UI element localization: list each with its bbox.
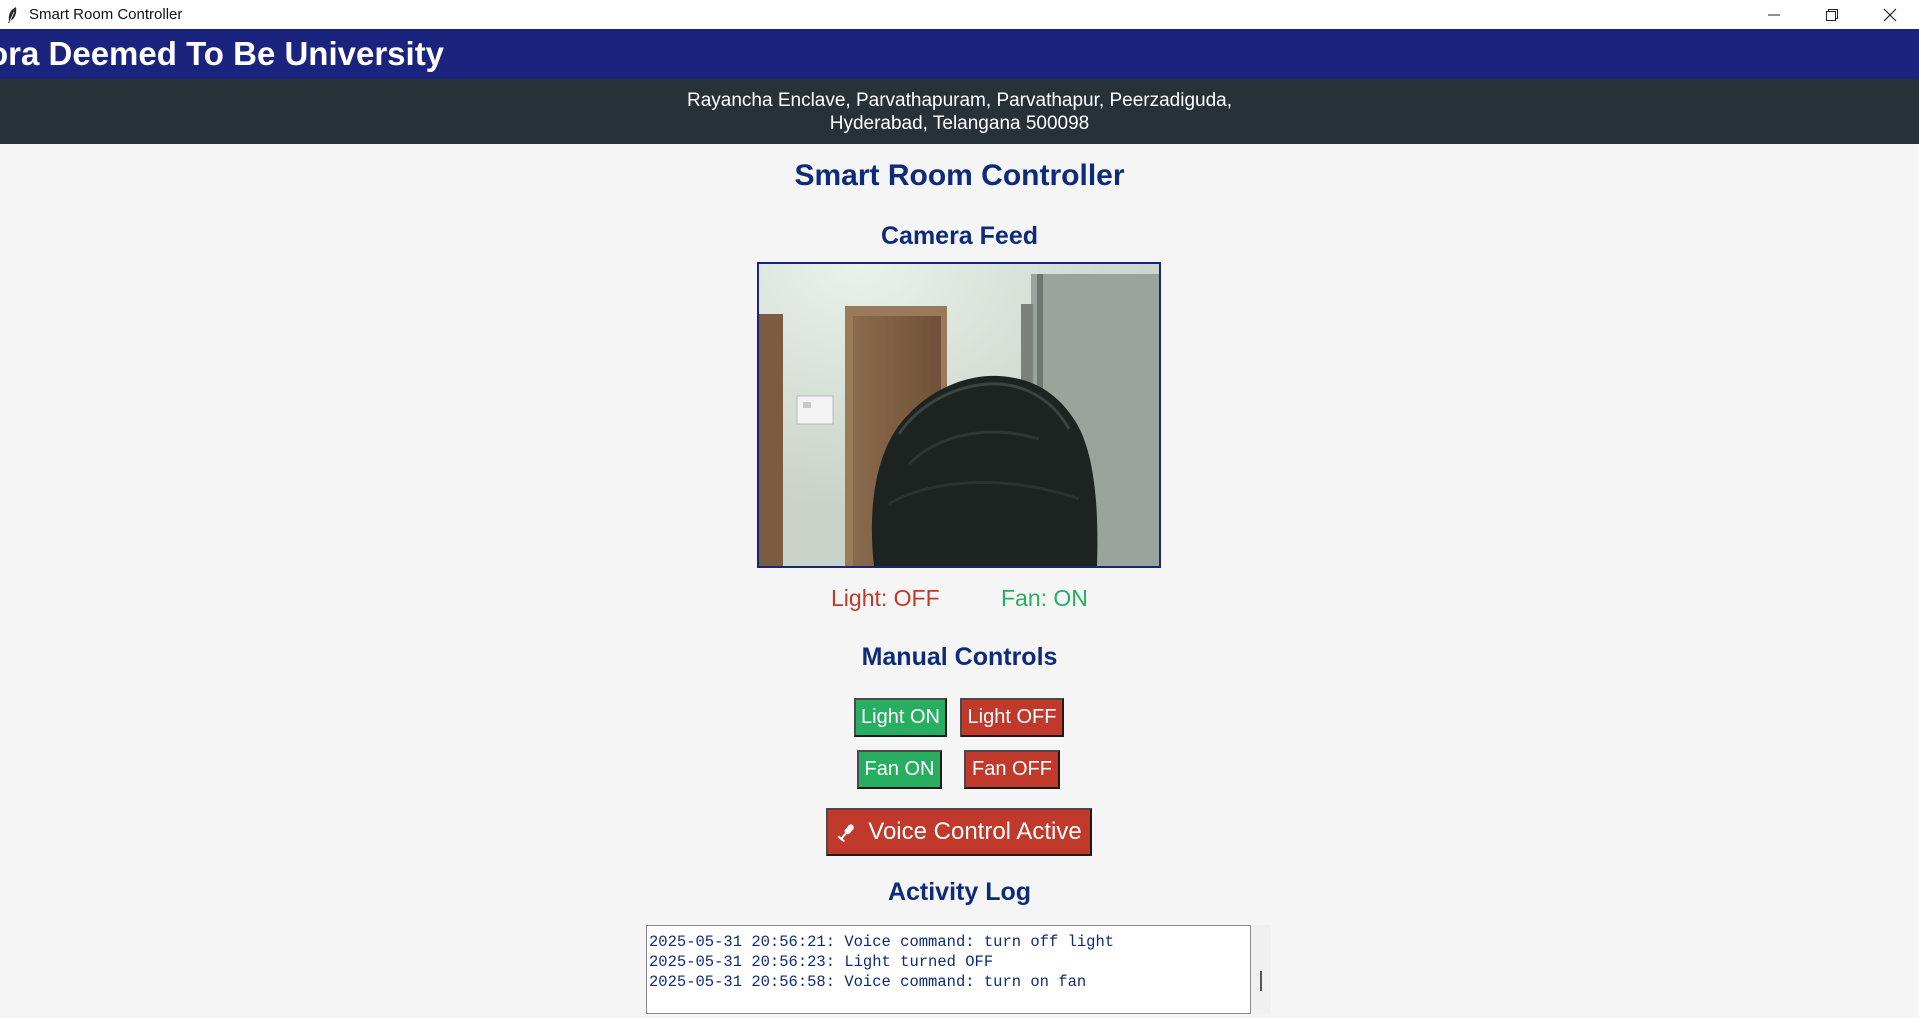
fan-status: Fan: ON: [1001, 585, 1088, 611]
restore-button[interactable]: [1803, 0, 1861, 29]
page-title: Smart Room Controller: [794, 159, 1125, 192]
activity-log-scrollbar[interactable]: [1251, 925, 1271, 1014]
window-title: Smart Room Controller: [29, 6, 183, 23]
activity-log-title: Activity Log: [887, 878, 1032, 906]
log-entry: 2025-05-31 20:56:23: Light turned OFF: [649, 953, 994, 971]
log-entry: 2025-05-31 20:56:58: Voice command: turn…: [649, 973, 1087, 991]
camera-feed-title: Camera Feed: [880, 222, 1039, 250]
window-controls: [1745, 0, 1919, 29]
microphone-icon: [836, 821, 858, 843]
address-line-2: Hyderabad, Telangana 500098: [829, 113, 1090, 134]
camera-feed-image: [759, 264, 1159, 566]
activity-log-textbox[interactable]: 2025-05-31 20:56:21: Voice command: turn…: [646, 925, 1251, 1014]
fan-on-button[interactable]: Fan ON: [857, 750, 942, 789]
voice-control-label: Voice Control Active: [868, 818, 1082, 845]
address-bar: Rayancha Enclave, Parvathapuram, Parvath…: [0, 79, 1919, 144]
voice-control-button[interactable]: Voice Control Active: [826, 808, 1092, 856]
restore-icon: [1826, 8, 1838, 21]
address-line-1: Rayancha Enclave, Parvathapuram, Parvath…: [687, 90, 1232, 111]
log-entry: 2025-05-31 20:56:21: Voice command: turn…: [649, 933, 1115, 951]
minimize-button[interactable]: [1745, 0, 1803, 29]
device-status-row: Light: OFF Fan: ON: [0, 585, 1919, 615]
window-titlebar: Smart Room Controller: [0, 0, 1919, 29]
close-icon: [1883, 8, 1897, 21]
feather-icon: [5, 6, 19, 24]
light-off-button[interactable]: Light OFF: [960, 698, 1064, 737]
light-on-button[interactable]: Light ON: [854, 698, 947, 737]
close-button[interactable]: [1861, 0, 1919, 29]
university-banner: ora Deemed To Be University: [0, 29, 1919, 79]
banner-title: ora Deemed To Be University: [0, 35, 445, 72]
camera-feed-view: [757, 262, 1161, 568]
fan-off-button[interactable]: Fan OFF: [964, 750, 1060, 789]
minimize-icon: [1768, 14, 1780, 15]
scrollbar-thumb[interactable]: [1260, 971, 1262, 991]
light-status: Light: OFF: [831, 585, 940, 611]
manual-controls-title: Manual Controls: [861, 643, 1058, 671]
